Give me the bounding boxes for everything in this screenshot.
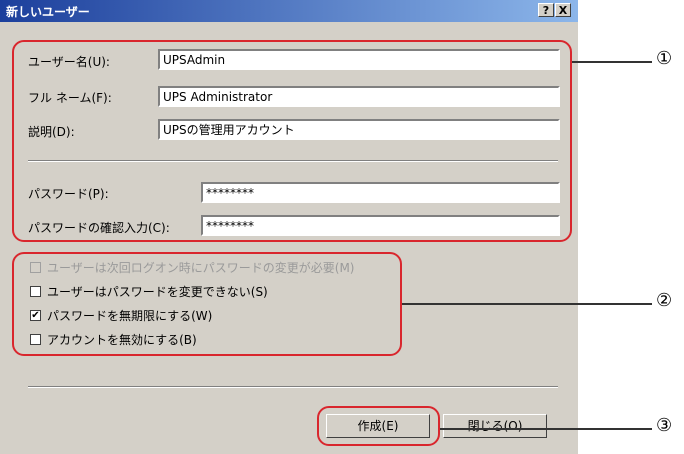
callout-number-2: ② [656,290,673,311]
callout-line-2 [402,303,652,305]
help-button[interactable]: ? [538,3,554,17]
callout-line-1 [572,61,652,63]
separator-bottom [28,386,558,388]
callout-line-3 [440,428,652,430]
title-bar: 新しいユーザー ? X [0,0,578,22]
annotation-frame-create [317,406,440,446]
callout-number-3: ③ [656,415,673,436]
close-window-button[interactable]: X [555,3,571,17]
annotation-frame-fields [12,40,572,242]
callout-number-1: ① [656,48,673,69]
window-title: 新しいユーザー [6,5,90,19]
close-button[interactable]: 閉じる(O) [443,414,547,438]
annotation-frame-options [12,252,402,356]
